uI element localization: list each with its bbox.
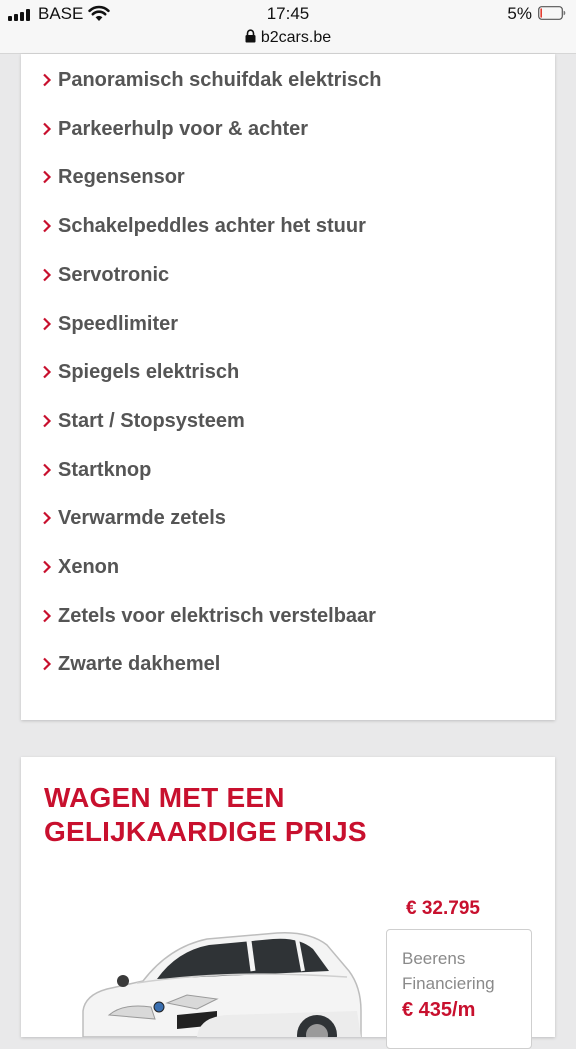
feature-label: Zetels voor elektrisch verstelbaar — [58, 604, 376, 627]
chevron-right-icon — [43, 73, 52, 87]
feature-label: Schakelpeddles achter het stuur — [58, 215, 366, 238]
car-price: € 32.795 — [406, 898, 480, 919]
feature-item: Zetels voor elektrisch verstelbaar — [21, 601, 555, 631]
feature-label: Parkeerhulp voor & achter — [58, 117, 309, 140]
feature-label: Zwarte dakhemel — [58, 653, 221, 676]
chevron-right-icon — [43, 463, 52, 476]
chevron-right-icon — [43, 512, 52, 525]
chevron-right-icon — [43, 122, 52, 135]
feature-item: Startknop — [21, 455, 555, 485]
feature-item: Schakelpeddles achter het stuur — [21, 211, 555, 241]
car-image[interactable] — [77, 925, 367, 1037]
section-title: WAGEN MET EEN GELIJKAARDIGE PRIJS — [44, 781, 444, 849]
feature-item: Servotronic — [21, 260, 555, 290]
feature-item: Parkeerhulp voor & achter — [21, 114, 555, 144]
chevron-right-icon — [43, 171, 52, 184]
domain-text: b2cars.be — [260, 29, 332, 46]
chevron-right-icon — [43, 365, 52, 379]
feature-label: Startknop — [58, 458, 152, 481]
status-bar: BASE 17:45 b2cars.be 5% — [0, 0, 576, 54]
feature-label: Spiegels elektrisch — [58, 361, 240, 384]
feature-item: Xenon — [21, 552, 555, 582]
chevron-right-icon — [43, 414, 52, 428]
feature-label: Regensensor — [58, 166, 185, 189]
feature-item: Panoramisch schuifdak elektrisch — [21, 65, 555, 95]
battery-icon — [538, 6, 566, 20]
url-bar[interactable]: b2cars.be — [0, 28, 576, 48]
feature-label: Start / Stopsysteem — [58, 409, 245, 432]
feature-label: Servotronic — [58, 263, 170, 286]
financing-box[interactable]: Beerens Financiering € 435/m — [386, 929, 532, 1049]
chevron-right-icon — [43, 560, 52, 574]
chevron-right-icon — [43, 658, 52, 671]
chevron-right-icon — [43, 219, 52, 233]
clock: 17:45 — [266, 4, 310, 23]
chevron-right-icon — [43, 268, 52, 282]
section-title-line-1: WAGEN MET EEN — [44, 782, 285, 813]
chevron-right-icon — [43, 609, 52, 622]
feature-label: Verwarmde zetels — [58, 507, 226, 530]
feature-item: Verwarmde zetels — [21, 503, 555, 533]
feature-item: Spiegels elektrisch — [21, 357, 555, 387]
chevron-right-icon — [43, 317, 52, 330]
features-card: Panoramisch schuifdak elektrisch Parkeerh… — [21, 54, 555, 720]
feature-item: Speedlimiter — [21, 309, 555, 339]
feature-label: Xenon — [58, 556, 120, 578]
battery-percentage: 5% — [507, 4, 532, 23]
feature-item: Regensensor — [21, 162, 555, 192]
feature-item: Zwarte dakhemel — [21, 649, 555, 679]
feature-label: Speedlimiter — [58, 312, 179, 335]
feature-item: Start / Stopsysteem — [21, 406, 555, 436]
section-title-line-2: GELIJKAARDIGE PRIJS — [44, 816, 367, 847]
financing-label: Beerens Financiering — [402, 949, 495, 993]
lock-icon — [245, 29, 256, 43]
financing-amount: € 435/m — [402, 999, 476, 1021]
similar-price-card: WAGEN MET EEN GELIJKAARDIGE PRIJS € 32.7… — [21, 757, 555, 1049]
feature-label: Panoramisch schuifdak elektrisch — [58, 69, 382, 91]
